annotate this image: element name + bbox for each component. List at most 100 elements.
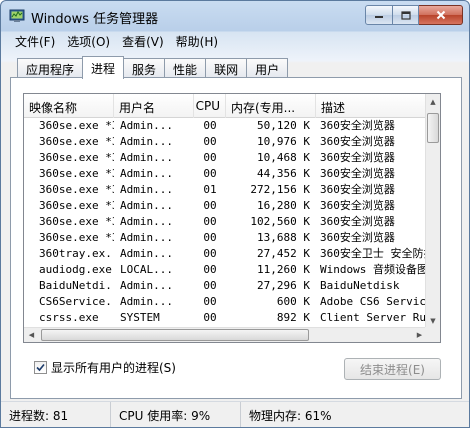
cell-memory: 102,560 K: [250, 215, 310, 228]
cell-memory: 50,120 K: [257, 119, 310, 132]
cell-memory: 10,468 K: [257, 151, 310, 164]
show-all-users-checkbox[interactable]: [34, 361, 47, 374]
minimize-icon: [375, 16, 383, 18]
scroll-up-icon[interactable]: ▲: [426, 94, 440, 109]
cell-description: 360安全浏览器: [320, 167, 395, 180]
title-bar[interactable]: Windows 任务管理器: [1, 1, 469, 31]
cell-description: 360安全浏览器: [320, 199, 395, 212]
column-cpu[interactable]: CPU: [194, 94, 226, 118]
tab-processes[interactable]: 进程: [82, 56, 125, 79]
menu-bar: 文件(F) 选项(O) 查看(V) 帮助(H): [1, 31, 469, 51]
cell-user-name: Admin...: [120, 135, 173, 148]
cell-description: 360安全浏览器: [320, 135, 395, 148]
column-memory[interactable]: 内存(专用...: [226, 94, 316, 118]
menu-view[interactable]: 查看(V): [116, 31, 170, 51]
checkmark-icon: [36, 363, 45, 372]
minimize-button[interactable]: [365, 5, 393, 25]
table-row[interactable]: 360se.exe *32 Admin... 00 16,280 K 360安全浏览器: [24, 198, 427, 214]
cell-memory: 44,356 K: [257, 167, 310, 180]
show-all-users-option[interactable]: 显示所有用户的进程(S): [34, 359, 176, 376]
show-all-users-label: 显示所有用户的进程(S): [51, 361, 176, 375]
scroll-down-icon[interactable]: ▼: [426, 313, 440, 328]
table-row[interactable]: 360se.exe *32 Admin... 00 10,468 K 360安全浏览器: [24, 150, 427, 166]
cell-user-name: Admin...: [120, 279, 173, 292]
horizontal-scrollbar[interactable]: ◀ ▶: [24, 327, 427, 342]
table-row[interactable]: CS6Service... Admin... 00 600 K Adobe CS6 Se…: [24, 294, 427, 310]
cell-user-name: Admin...: [120, 199, 173, 212]
cell-cpu: 01: [203, 183, 217, 196]
cell-cpu: 00: [203, 295, 217, 308]
table-row[interactable]: 360tray.ex... Admin... 00 27,452 K 360安全卫士 安…: [24, 246, 427, 262]
menu-help[interactable]: 帮助(H): [170, 31, 224, 51]
cell-cpu: 00: [203, 151, 217, 164]
cell-description: 360安全浏览器: [320, 119, 395, 132]
status-process-count: 进程数: 81: [1, 402, 111, 427]
task-manager-icon: [9, 9, 25, 22]
cell-user-name: Admin...: [120, 151, 173, 164]
window-controls: [365, 5, 463, 25]
cell-cpu: 00: [203, 311, 217, 324]
cell-user-name: Admin...: [120, 183, 173, 196]
cell-image-name: 360se.exe *32: [39, 167, 114, 180]
cell-description: 360安全卫士 安全防护: [320, 247, 427, 260]
menu-file[interactable]: 文件(F): [9, 31, 61, 51]
cell-user-name: Admin...: [120, 247, 173, 260]
cell-memory: 16,280 K: [257, 199, 310, 212]
cell-description: 360安全浏览器: [320, 183, 395, 196]
table-row[interactable]: 360se.exe *32 Admin... 00 44,356 K 360安全浏览器: [24, 166, 427, 182]
cell-image-name: 360se.exe *32: [39, 151, 114, 164]
cell-memory: 11,260 K: [257, 263, 310, 276]
cell-cpu: 00: [203, 263, 217, 276]
table-row[interactable]: audiodg.exe LOCAL... 00 11,260 K Windows 音频设…: [24, 262, 427, 278]
vertical-scroll-thumb[interactable]: [427, 113, 439, 143]
task-manager-window: Windows 任务管理器 文件(F) 选项(O) 查看(V) 帮助(H) 应用…: [0, 0, 470, 428]
process-list-body: 360se.exe *32Admin...0050,120 K360安全浏览器3…: [24, 118, 427, 342]
maximize-button[interactable]: [393, 5, 419, 25]
table-row[interactable]: 360se.exe *32 Admin... 01 272,156 K 360安全浏览器: [24, 182, 427, 198]
column-image-name[interactable]: 映像名称: [24, 94, 114, 118]
vertical-scrollbar[interactable]: ▲ ▼: [425, 94, 440, 328]
close-icon: [436, 10, 445, 20]
process-list[interactable]: 映像名称 用户名 CPU 内存(专用... 描述 360se.exe *32 Ad…: [23, 93, 441, 343]
cell-cpu: 00: [203, 167, 217, 180]
table-row[interactable]: 360se.exe *32 Admin... 00 50,120 K 360安全浏览器: [24, 118, 427, 134]
column-description[interactable]: 描述: [316, 94, 427, 118]
cell-image-name: audiodg.exe: [39, 263, 112, 276]
cell-memory: 272,156 K: [250, 183, 310, 196]
menu-options[interactable]: 选项(O): [61, 31, 116, 51]
cell-image-name: 360se.exe *32: [39, 119, 114, 132]
column-user-name[interactable]: 用户名: [114, 94, 194, 118]
cell-image-name: 360se.exe *32: [39, 199, 114, 212]
cell-description: 360安全浏览器: [320, 151, 395, 164]
table-row[interactable]: csrss.exe SYSTEM 00 892 K Client Server Runt…: [24, 310, 427, 326]
window-title: Windows 任务管理器: [31, 12, 159, 27]
table-row[interactable]: BaiduNetdi... Admin... 00 27,296 K BaiduNetd…: [24, 278, 427, 294]
cell-memory: 600 K: [276, 295, 310, 308]
cell-user-name: Admin...: [120, 119, 173, 132]
cell-cpu: 00: [203, 231, 217, 244]
table-row[interactable]: 360se.exe *32 Admin... 00 102,560 K 360安全浏览器: [24, 214, 427, 230]
cell-user-name: Admin...: [120, 167, 173, 180]
cell-cpu: 00: [203, 247, 217, 260]
cell-cpu: 00: [203, 199, 217, 212]
horizontal-scroll-thumb[interactable]: [41, 329, 309, 341]
cell-memory: 13,688 K: [257, 231, 310, 244]
maximize-icon: [400, 10, 411, 20]
cell-memory: 27,296 K: [257, 279, 310, 292]
cell-image-name: 360se.exe *32: [39, 215, 114, 228]
tab-networking[interactable]: 联网: [205, 58, 248, 78]
table-row[interactable]: 360se.exe *32 Admin... 00 10,976 K 360安全浏览器: [24, 134, 427, 150]
cell-image-name: 360tray.ex...: [39, 247, 114, 260]
scroll-left-icon[interactable]: ◀: [24, 328, 39, 342]
close-button[interactable]: [419, 5, 463, 25]
cell-user-name: Admin...: [120, 231, 173, 244]
cell-image-name: csrss.exe: [39, 311, 99, 324]
end-process-button[interactable]: 结束进程(E): [344, 358, 441, 380]
tab-performance[interactable]: 性能: [164, 58, 207, 78]
tab-applications[interactable]: 应用程序: [17, 58, 84, 78]
cell-user-name: SYSTEM: [120, 311, 160, 324]
tab-users[interactable]: 用户: [246, 58, 289, 78]
table-row[interactable]: 360se.exe *32 Admin... 00 13,688 K 360安全浏览器: [24, 230, 427, 246]
cell-cpu: 00: [203, 135, 217, 148]
tab-services[interactable]: 服务: [123, 58, 166, 78]
